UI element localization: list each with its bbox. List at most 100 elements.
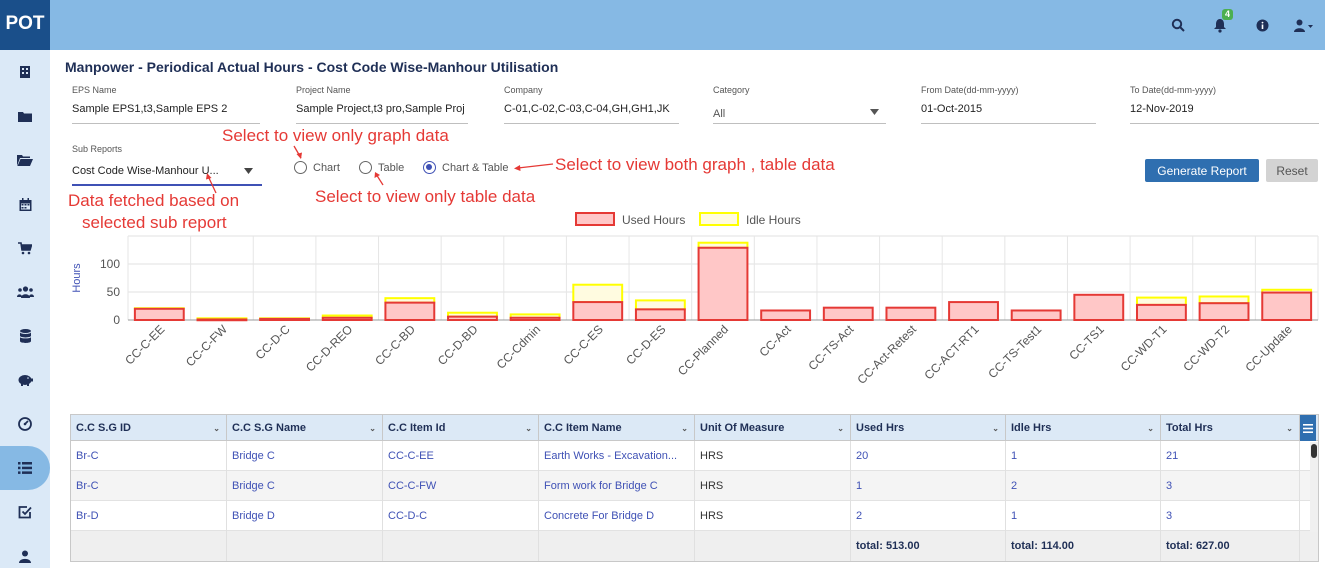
search-icon[interactable]: [1157, 0, 1199, 50]
sidebar-item-reports[interactable]: [0, 446, 50, 490]
company-label: Company: [504, 85, 543, 95]
radio-chart-circle[interactable]: [294, 161, 307, 174]
footer-total: total: 114.00: [1006, 531, 1161, 561]
column-header[interactable]: C.C Item Id ⌄: [383, 415, 539, 441]
column-header[interactable]: Used Hrs ⌄: [851, 415, 1006, 441]
sidebar-item-tasks[interactable]: [0, 490, 50, 534]
database-icon: [19, 329, 31, 343]
chevron-down-icon[interactable]: ⌄: [681, 424, 688, 433]
sidebar-item-dashboard[interactable]: [0, 402, 50, 446]
radio-table[interactable]: Table: [359, 161, 404, 174]
generate-report-button[interactable]: Generate Report: [1145, 159, 1259, 182]
radio-chart[interactable]: Chart: [294, 161, 340, 174]
x-tick-label: CC-ACT-RT1: [921, 322, 981, 382]
column-header[interactable]: C.C S.G ID ⌄: [71, 415, 227, 441]
chevron-down-icon[interactable]: ⌄: [1286, 424, 1293, 433]
eps-field[interactable]: EPS Name Sample EPS1,t3,Sample EPS 2: [72, 85, 260, 125]
chevron-down-icon[interactable]: ⌄: [992, 424, 999, 433]
chevron-down-icon[interactable]: ⌄: [837, 424, 844, 433]
sub-reports-select[interactable]: Sub Reports Cost Code Wise-Manhour U...: [72, 144, 262, 186]
table-cell: Bridge C: [227, 471, 383, 501]
y-tick-label: 0: [113, 313, 120, 327]
sidebar-item-profile[interactable]: [0, 534, 50, 568]
bar-used-hours: [196, 318, 248, 322]
x-tick-label: CC-TS1: [1066, 322, 1107, 363]
sub-reports-value[interactable]: Cost Code Wise-Manhour U...: [72, 165, 237, 177]
table-row[interactable]: Br-D Bridge D CC-D-C Concrete For Bridge DH…: [71, 501, 1318, 531]
grid-scroll-thumb[interactable]: [1311, 444, 1317, 458]
bar-used-hours: [133, 307, 185, 322]
table-row[interactable]: Br-C Bridge C CC-C-EE Earth Works - Excavat…: [71, 441, 1318, 471]
table-cell: 3: [1161, 471, 1300, 501]
column-header-label: C.C Item Name: [544, 422, 622, 434]
to-date-value[interactable]: 12-Nov-2019: [1130, 103, 1319, 115]
category-select[interactable]: Category All: [713, 85, 886, 125]
column-header[interactable]: C.C S.G Name ⌄: [227, 415, 383, 441]
sub-reports-underline: [72, 184, 262, 186]
check-square-icon: [18, 506, 32, 519]
sidebar-item-calendar[interactable]: [0, 182, 50, 226]
radio-chart-table-circle[interactable]: [423, 161, 436, 174]
sidebar-item-users[interactable]: [0, 270, 50, 314]
footer-cell: [71, 531, 227, 561]
company-underline: [504, 123, 679, 124]
chevron-down-icon[interactable]: ⌄: [213, 424, 220, 433]
column-header[interactable]: Total Hrs ⌄: [1161, 415, 1300, 441]
from-date-field[interactable]: From Date(dd-mm-yyyy) 01-Oct-2015: [921, 85, 1096, 125]
chevron-down-icon[interactable]: ⌄: [1147, 424, 1154, 433]
sidebar-item-building[interactable]: [0, 50, 50, 94]
chevron-down-icon: [244, 168, 253, 174]
table-cell: 21: [1161, 441, 1300, 471]
column-header-label: C.C S.G ID: [76, 422, 132, 434]
info-icon[interactable]: [1241, 0, 1283, 50]
eps-value[interactable]: Sample EPS1,t3,Sample EPS 2: [72, 103, 260, 115]
bar-idle-hours: [1135, 296, 1187, 306]
chevron-down-icon[interactable]: ⌄: [525, 424, 532, 433]
main-content: Manpower - Periodical Actual Hours - Cos…: [58, 50, 1325, 568]
table-cell: 1: [1006, 441, 1161, 471]
legend-idle-swatch: [699, 212, 739, 226]
company-value[interactable]: C-01,C-02,C-03,C-04,GH,GH1,JK: [504, 103, 679, 115]
grid-menu-button[interactable]: [1300, 415, 1316, 441]
sidebar-item-piggy-bank[interactable]: [0, 358, 50, 402]
bell-icon[interactable]: 4: [1199, 0, 1241, 50]
sidebar-item-database[interactable]: [0, 314, 50, 358]
bar-used-hours: [760, 309, 812, 322]
user-menu-icon[interactable]: [1283, 0, 1325, 50]
table-cell: Bridge D: [227, 501, 383, 531]
project-field[interactable]: Project Name Sample Project,t3 pro,Sampl…: [296, 85, 468, 125]
folder-open-icon: [17, 155, 33, 166]
chevron-down-icon[interactable]: ⌄: [369, 424, 376, 433]
company-field[interactable]: Company C-01,C-02,C-03,C-04,GH,GH1,JK: [504, 85, 679, 125]
bar-used-hours: [697, 246, 749, 321]
footer-total: total: 513.00: [851, 531, 1006, 561]
radio-chart-table[interactable]: Chart & Table: [423, 161, 508, 174]
radio-chart-label: Chart: [313, 161, 340, 174]
project-value[interactable]: Sample Project,t3 pro,Sample Proj: [296, 103, 468, 115]
sidebar-item-folder-open[interactable]: [0, 138, 50, 182]
reset-button[interactable]: Reset: [1266, 159, 1318, 182]
x-tick-label: CC-C-ES: [561, 322, 606, 367]
table-cell: 2: [851, 501, 1006, 531]
sidebar-item-cart[interactable]: [0, 226, 50, 270]
piggy-bank-icon: [18, 375, 33, 386]
table-row[interactable]: Br-C Bridge C CC-C-FW Form work for Bridge …: [71, 471, 1318, 501]
column-header[interactable]: C.C Item Name ⌄: [539, 415, 695, 441]
bar-used-hours: [634, 308, 686, 322]
sidebar-item-folder[interactable]: [0, 94, 50, 138]
table-cell: HRS: [695, 471, 851, 501]
bar-idle-hours: [572, 283, 624, 304]
from-date-value[interactable]: 01-Oct-2015: [921, 103, 1096, 115]
legend-used-swatch: [575, 212, 615, 226]
app-logo[interactable]: POT: [0, 0, 50, 50]
grid-scrollbar[interactable]: [1310, 442, 1318, 532]
calendar-icon: [19, 197, 31, 211]
x-tick-label: CC-WD-T2: [1180, 322, 1232, 374]
radio-table-circle[interactable]: [359, 161, 372, 174]
column-header[interactable]: Unit Of Measure ⌄: [695, 415, 851, 441]
to-date-field[interactable]: To Date(dd-mm-yyyy) 12-Nov-2019: [1130, 85, 1319, 125]
column-header[interactable]: Idle Hrs ⌄: [1006, 415, 1161, 441]
sidebar: [0, 50, 50, 568]
category-value[interactable]: All: [713, 108, 863, 120]
manhour-chart: 0 50 100 Hours CC-C-EE CC-C-FW CC-D-C CC-D-REO C…: [71, 212, 1319, 387]
